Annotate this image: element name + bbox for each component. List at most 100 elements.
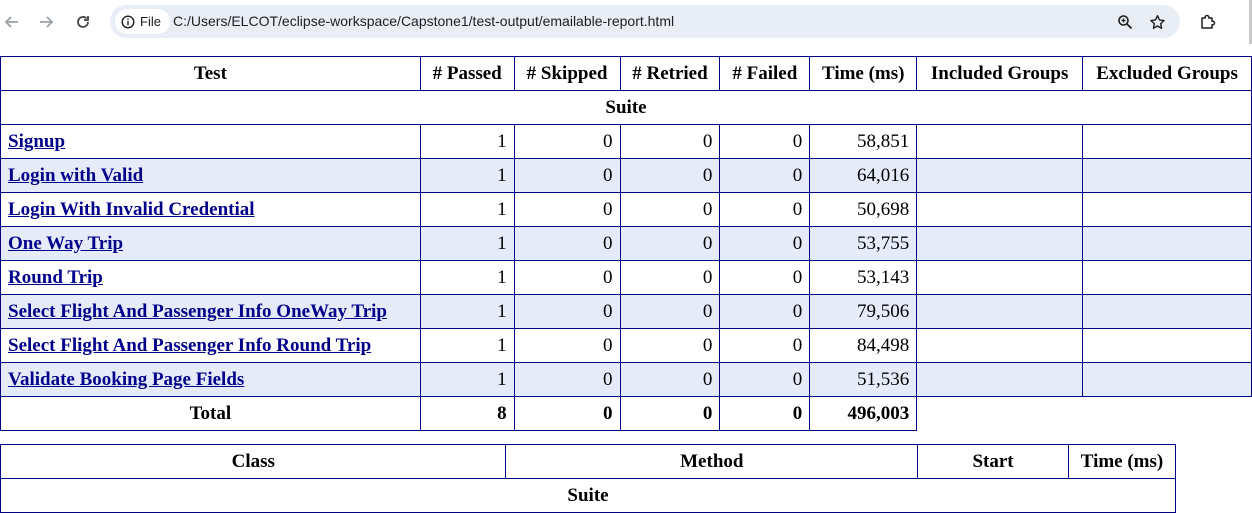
site-info-chip[interactable]: File [115, 9, 170, 34]
col-header-passed: # Passed [419, 56, 515, 91]
col-header-retried: # Retried [619, 56, 721, 91]
test-link[interactable]: One Way Trip [8, 233, 123, 254]
address-bar[interactable]: File C:/Users/ELCOT/eclipse-workspace/Ca… [110, 5, 1180, 38]
passed-cell: 1 [419, 158, 515, 193]
test-link[interactable]: Login With Invalid Credential [8, 199, 255, 220]
retried-cell: 0 [619, 192, 721, 227]
browser-toolbar: File C:/Users/ELCOT/eclipse-workspace/Ca… [0, 0, 1252, 44]
url-text[interactable]: C:/Users/ELCOT/eclipse-workspace/Capston… [173, 13, 674, 29]
included-groups-cell [916, 362, 1084, 397]
info-icon [121, 14, 135, 29]
excluded-groups-cell [1082, 328, 1252, 363]
passed-cell: 1 [419, 260, 515, 295]
excluded-groups-cell [1082, 226, 1252, 261]
arrow-left-icon [4, 16, 18, 28]
total-skipped: 0 [513, 396, 621, 431]
time-cell: 79,506 [809, 294, 918, 329]
test-name-cell: Validate Booking Page Fields [0, 362, 421, 397]
col-header-excluded-groups: Excluded Groups [1082, 56, 1252, 91]
time-cell: 53,755 [809, 226, 918, 261]
included-groups-cell [916, 124, 1084, 159]
col-header-test: Test [0, 56, 421, 91]
star-icon [1149, 14, 1165, 29]
test-name-cell: Login with Valid [0, 158, 421, 193]
time-cell: 64,016 [809, 158, 918, 193]
included-groups-cell [916, 260, 1084, 295]
forward-button[interactable] [34, 10, 58, 34]
failed-cell: 0 [719, 328, 811, 363]
total-passed: 8 [419, 396, 515, 431]
excluded-groups-cell [1082, 192, 1252, 227]
failed-cell: 0 [719, 362, 811, 397]
skipped-cell: 0 [513, 260, 621, 295]
table-row: Select Flight And Passenger Info Round T… [0, 328, 1252, 363]
test-name-cell: Signup [0, 124, 421, 159]
col-header-failed: # Failed [719, 56, 811, 91]
col-header-method: Method [505, 444, 919, 479]
bookmark-button[interactable] [1146, 11, 1168, 33]
methods-header-row: Class Method Start Time (ms) [0, 444, 1177, 479]
retried-cell: 0 [619, 362, 721, 397]
table-row: Select Flight And Passenger Info OneWay … [0, 294, 1252, 329]
col-header-skipped: # Skipped [513, 56, 621, 91]
reload-button[interactable] [71, 10, 95, 34]
included-groups-cell [916, 192, 1084, 227]
table-row: Validate Booking Page Fields 1 0 0 0 51,… [0, 362, 1252, 397]
extensions-button[interactable] [1196, 10, 1220, 34]
retried-cell: 0 [619, 124, 721, 159]
suite-row: Suite [0, 90, 1252, 125]
included-groups-cell [916, 158, 1084, 193]
col-header-included-groups: Included Groups [916, 56, 1084, 91]
methods-table: Class Method Start Time (ms) Suite [0, 444, 1177, 513]
site-chip-label: File [140, 14, 161, 29]
test-link[interactable]: Validate Booking Page Fields [8, 369, 244, 390]
suite-label: Suite [0, 90, 1252, 125]
total-spacer [1082, 396, 1252, 431]
skipped-cell: 0 [513, 192, 621, 227]
table-row: One Way Trip 1 0 0 0 53,755 [0, 226, 1252, 261]
test-link[interactable]: Select Flight And Passenger Info Round T… [8, 335, 371, 356]
time-cell: 84,498 [809, 328, 918, 363]
col-header-time: Time (ms) [809, 56, 918, 91]
failed-cell: 0 [719, 226, 811, 261]
passed-cell: 1 [419, 362, 515, 397]
skipped-cell: 0 [513, 226, 621, 261]
excluded-groups-cell [1082, 124, 1252, 159]
back-button[interactable] [0, 10, 24, 34]
arrow-right-icon [40, 16, 54, 28]
retried-cell: 0 [619, 158, 721, 193]
test-name-cell: Select Flight And Passenger Info Round T… [0, 328, 421, 363]
col-header-time: Time (ms) [1067, 444, 1177, 479]
test-link[interactable]: Select Flight And Passenger Info OneWay … [8, 301, 387, 322]
skipped-cell: 0 [513, 158, 621, 193]
col-header-start: Start [917, 444, 1069, 479]
test-link[interactable]: Round Trip [8, 267, 103, 288]
passed-cell: 1 [419, 226, 515, 261]
total-retried: 0 [619, 396, 721, 431]
table-row: Login with Valid 1 0 0 0 64,016 [0, 158, 1252, 193]
total-spacer [916, 396, 1083, 431]
zoom-button[interactable] [1114, 11, 1136, 33]
test-link[interactable]: Login with Valid [8, 165, 143, 186]
failed-cell: 0 [719, 158, 811, 193]
test-link[interactable]: Signup [8, 131, 65, 152]
skipped-cell: 0 [513, 294, 621, 329]
retried-cell: 0 [619, 226, 721, 261]
excluded-groups-cell [1082, 362, 1252, 397]
excluded-groups-cell [1082, 260, 1252, 295]
test-name-cell: Round Trip [0, 260, 421, 295]
total-row: Total 8 0 0 0 496,003 [0, 396, 1252, 431]
test-name-cell: One Way Trip [0, 226, 421, 261]
skipped-cell: 0 [513, 328, 621, 363]
skipped-cell: 0 [513, 124, 621, 159]
total-time: 496,003 [809, 396, 918, 431]
retried-cell: 0 [619, 328, 721, 363]
failed-cell: 0 [719, 192, 811, 227]
passed-cell: 1 [419, 328, 515, 363]
included-groups-cell [916, 328, 1084, 363]
table-row: Signup 1 0 0 0 58,851 [0, 124, 1252, 159]
retried-cell: 0 [619, 294, 721, 329]
excluded-groups-cell [1082, 294, 1252, 329]
time-cell: 53,143 [809, 260, 918, 295]
failed-cell: 0 [719, 124, 811, 159]
